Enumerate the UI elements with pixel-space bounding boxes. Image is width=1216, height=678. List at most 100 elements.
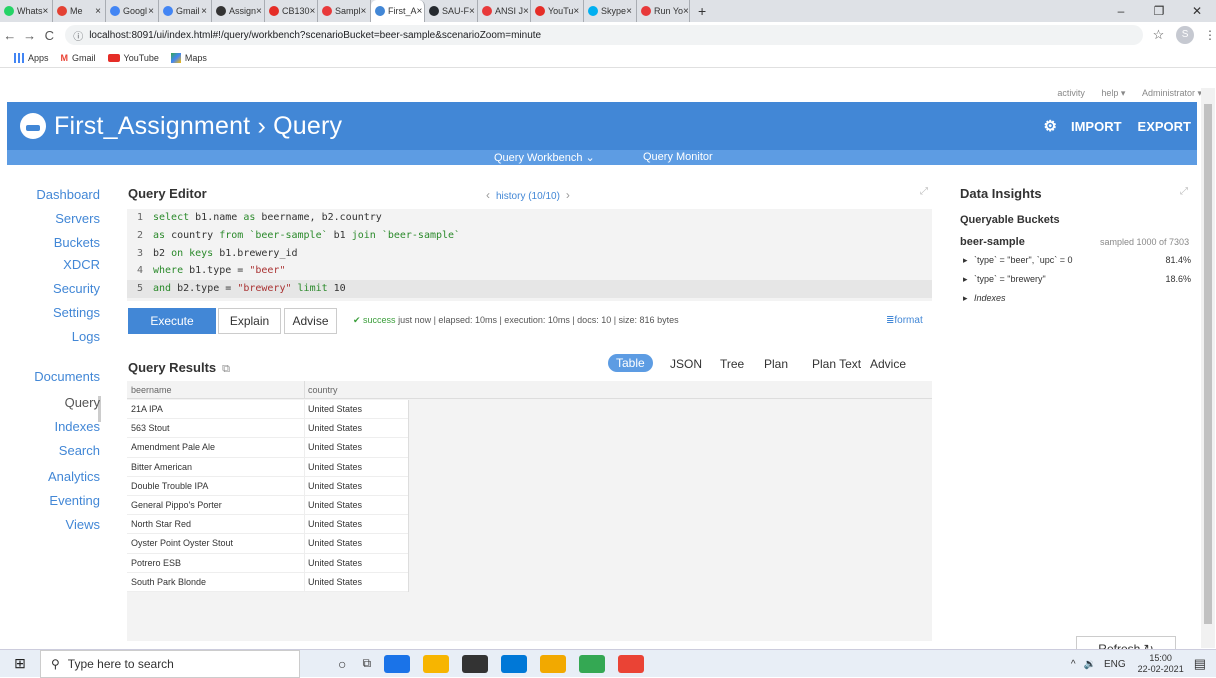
taskbar-search[interactable]: ⚲ Type here to search xyxy=(40,649,300,678)
taskbar-app-icon[interactable] xyxy=(462,654,489,673)
execute-button[interactable]: Execute xyxy=(128,308,216,334)
user-menu[interactable]: Administrator ▾ xyxy=(1142,88,1202,98)
bookmark-apps[interactable]: Apps xyxy=(14,52,49,63)
history-link[interactable]: history (10/10) xyxy=(496,191,560,202)
notifications-icon[interactable]: ▤ xyxy=(1194,656,1206,672)
browser-tab[interactable]: Assign × xyxy=(212,0,265,22)
sidebar-item-servers[interactable]: Servers xyxy=(10,211,100,226)
browser-tab[interactable]: Run Yo × xyxy=(637,0,690,22)
new-tab-button[interactable]: + xyxy=(690,0,714,22)
tab-close-icon[interactable]: × xyxy=(43,6,49,17)
sidebar-item-documents[interactable]: Documents xyxy=(10,369,100,384)
tab-close-icon[interactable]: × xyxy=(469,6,475,17)
sidebar-item-indexes[interactable]: Indexes xyxy=(10,419,100,434)
activity-link[interactable]: activity xyxy=(1057,88,1085,98)
copy-icon[interactable]: ⧉ xyxy=(222,363,230,375)
history-next-icon[interactable]: › xyxy=(566,188,570,202)
insight-item[interactable]: ▸ `type` = "beer", `upc` = 0 81.4% xyxy=(963,255,1191,266)
tab-close-icon[interactable]: × xyxy=(256,6,262,17)
cortana-icon[interactable]: ○ xyxy=(338,656,346,672)
sidebar-item-dashboard[interactable]: Dashboard xyxy=(10,187,100,202)
browser-tab[interactable]: SAU-F × xyxy=(425,0,478,22)
clock[interactable]: 15:00 22-02-2021 xyxy=(1138,653,1184,675)
menu-dots-icon[interactable]: ⋮ xyxy=(1204,28,1216,42)
browser-tab[interactable]: Gmail × xyxy=(159,0,212,22)
browser-tab[interactable]: YouTu × xyxy=(531,0,584,22)
tab-close-icon[interactable]: × xyxy=(361,6,367,17)
tab-close-icon[interactable]: × xyxy=(310,6,316,17)
tab-close-icon[interactable]: × xyxy=(573,6,579,17)
browser-tab[interactable]: Googl × xyxy=(106,0,159,22)
browser-tab[interactable]: Skype × xyxy=(584,0,637,22)
sidebar-item-analytics[interactable]: Analytics xyxy=(10,469,100,484)
browser-tab[interactable]: CB130 × xyxy=(265,0,318,22)
tab-close-icon[interactable]: × xyxy=(683,6,689,17)
editor-line[interactable]: 1 select b1.name as beername, b2.country xyxy=(127,209,932,227)
sidebar-item-buckets[interactable]: Buckets xyxy=(10,235,100,250)
bookmark-star-icon[interactable]: ☆ xyxy=(1153,27,1165,43)
browser-tab[interactable]: Me × xyxy=(53,0,106,22)
bookmark-maps[interactable]: Maps xyxy=(170,52,207,63)
sidebar-item-settings[interactable]: Settings xyxy=(10,305,100,320)
column-header-beername[interactable]: beername xyxy=(131,385,172,395)
taskbar-app-icon[interactable] xyxy=(384,654,411,673)
sidebar-item-eventing[interactable]: Eventing xyxy=(10,493,100,508)
taskbar-app-icon[interactable] xyxy=(579,654,606,673)
url-field[interactable]: ⓘ localhost:8091/ui/index.html#!/query/w… xyxy=(65,25,1143,45)
insight-item[interactable]: ▸ Indexes xyxy=(963,293,1191,304)
back-icon[interactable]: ← xyxy=(0,28,20,43)
export-button[interactable]: EXPORT xyxy=(1138,119,1191,134)
insight-item[interactable]: ▸ `type` = "brewery" 18.6% xyxy=(963,274,1191,285)
browser-tab[interactable]: Whats × xyxy=(0,0,53,22)
info-icon[interactable]: ⓘ xyxy=(73,28,83,43)
history-prev-icon[interactable]: ‹ xyxy=(486,188,490,202)
query-editor[interactable]: 1 select b1.name as beername, b2.country 2… xyxy=(127,209,932,301)
bookmark-youtube[interactable]: YouTube xyxy=(107,53,159,63)
results-tab-plan[interactable]: Plan xyxy=(764,357,788,371)
browser-tab[interactable]: ANSI J × xyxy=(478,0,531,22)
results-tab-plan-text[interactable]: Plan Text xyxy=(812,357,861,371)
bookmark-gmail[interactable]: M Gmail xyxy=(61,53,96,63)
sidebar-item-xdcr[interactable]: XDCR xyxy=(10,257,100,272)
column-header-country[interactable]: country xyxy=(308,385,338,395)
browser-tab[interactable]: Sampl × xyxy=(318,0,371,22)
scrollbar-thumb[interactable] xyxy=(1204,104,1212,624)
results-tab-json[interactable]: JSON xyxy=(670,357,702,371)
sidebar-item-security[interactable]: Security xyxy=(10,281,100,296)
browser-tab[interactable]: First_A × xyxy=(371,0,425,22)
language-indicator[interactable]: ENG xyxy=(1104,659,1126,670)
close-window-button[interactable]: ✕ xyxy=(1178,0,1216,22)
taskbar-app-icon[interactable] xyxy=(540,654,567,673)
taskbar-app-icon[interactable] xyxy=(423,654,450,673)
tab-close-icon[interactable]: × xyxy=(148,6,154,17)
editor-line[interactable]: 4 where b1.type = "beer" xyxy=(127,262,932,280)
import-button[interactable]: IMPORT xyxy=(1071,119,1122,134)
results-tab-table[interactable]: Table xyxy=(608,354,653,372)
tab-close-icon[interactable]: × xyxy=(417,6,423,17)
format-button[interactable]: ≣format xyxy=(886,315,923,326)
windows-start-icon[interactable]: ⊞ xyxy=(0,655,40,672)
sidebar-item-views[interactable]: Views xyxy=(10,517,100,532)
explain-button[interactable]: Explain xyxy=(218,308,281,334)
results-tab-advice[interactable]: Advice xyxy=(870,357,906,371)
tab-query-monitor[interactable]: Query Monitor xyxy=(643,151,713,163)
sidebar-item-query[interactable]: Query xyxy=(10,395,100,410)
tray-overflow-icon[interactable]: ^ xyxy=(1071,659,1076,670)
editor-line[interactable]: 2 as country from `beer-sample` b1 join `… xyxy=(127,227,932,245)
expand-insights-icon[interactable]: ⤢ xyxy=(1180,186,1188,197)
sidebar-item-search[interactable]: Search xyxy=(10,443,100,458)
taskbar-app-icon[interactable] xyxy=(618,654,645,673)
advise-button[interactable]: Advise xyxy=(284,308,337,334)
volume-icon[interactable]: 🔉 xyxy=(1084,659,1096,670)
minimize-button[interactable]: – xyxy=(1102,0,1140,22)
maximize-button[interactable]: ❐ xyxy=(1140,0,1178,22)
tab-close-icon[interactable]: × xyxy=(523,6,529,17)
page-scrollbar[interactable] xyxy=(1201,88,1215,648)
task-view-icon[interactable]: ⧉ xyxy=(362,656,371,671)
reload-icon[interactable]: C xyxy=(39,28,59,43)
profile-avatar[interactable]: S xyxy=(1176,26,1194,44)
editor-line[interactable]: 3 b2 on keys b1.brewery_id xyxy=(127,245,932,263)
results-tab-tree[interactable]: Tree xyxy=(720,357,744,371)
taskbar-app-icon[interactable] xyxy=(501,654,528,673)
sidebar-item-logs[interactable]: Logs xyxy=(10,329,100,344)
